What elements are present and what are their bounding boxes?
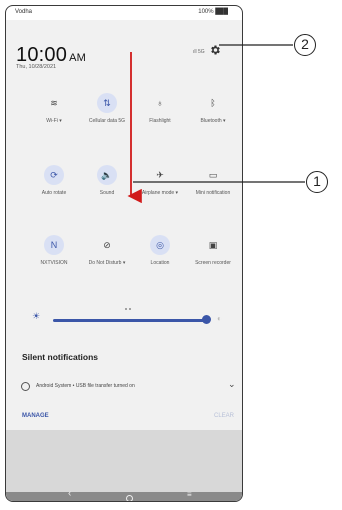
annotation-overlay bbox=[127, 44, 305, 204]
callout-2: 2 bbox=[294, 34, 316, 56]
callout-1: 1 bbox=[306, 171, 328, 193]
